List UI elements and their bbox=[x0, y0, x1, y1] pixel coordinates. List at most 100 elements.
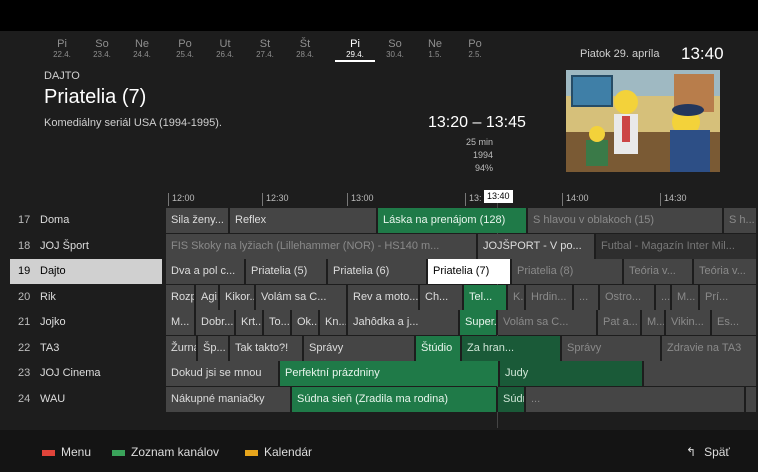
yellow-key-icon bbox=[245, 449, 258, 456]
day-tab-0[interactable]: Pi 22.4. bbox=[42, 38, 82, 60]
channel-row-20[interactable]: 20 Rik Rozpr...Agi...Kikor...Volám sa C...… bbox=[10, 284, 758, 310]
day-tab-8[interactable]: So 30.4. bbox=[375, 38, 415, 60]
program-cell[interactable]: Tak takto?! bbox=[230, 335, 304, 361]
program-cell[interactable]: Nákupné maniačky bbox=[166, 386, 292, 412]
day-tab-1[interactable]: So 23.4. bbox=[82, 38, 122, 60]
program-cell[interactable]: Jahôdka a j... bbox=[348, 310, 460, 335]
program-cell[interactable]: Perfektní prázdniny bbox=[280, 361, 500, 386]
program-cell[interactable]: Ok... bbox=[292, 310, 320, 335]
channel-number: 24 bbox=[18, 392, 31, 405]
program-cell[interactable]: Krt... bbox=[236, 310, 264, 335]
program-cell[interactable]: Es... bbox=[712, 310, 758, 335]
day-date: 26.4. bbox=[216, 50, 234, 59]
program-cell[interactable]: Správy bbox=[562, 335, 662, 361]
program-cell[interactable]: Teória v... bbox=[694, 259, 758, 284]
time-tick: 12:30 bbox=[262, 193, 289, 206]
program-cell[interactable]: Za hran... bbox=[462, 335, 562, 361]
program-cell[interactable]: M... bbox=[642, 310, 666, 335]
day-tab-6[interactable]: Št 28.4. bbox=[285, 38, 325, 60]
menu-key[interactable]: Menu bbox=[42, 445, 91, 459]
day-tab-4[interactable]: Ut 26.4. bbox=[205, 38, 245, 60]
program-cell[interactable]: Prí... bbox=[700, 284, 758, 310]
calendar-key[interactable]: Kalendár bbox=[245, 445, 312, 459]
channel-row-23[interactable]: 23 JOJ Cinema Dokud jsi se mnou Perfektní p… bbox=[10, 361, 758, 386]
clock: 13:40 bbox=[681, 44, 724, 63]
program-cell[interactable] bbox=[644, 361, 758, 386]
program-cell[interactable]: Rev a moto... bbox=[348, 284, 420, 310]
day-tab-10[interactable]: Po 2.5. bbox=[455, 38, 495, 60]
program-cell[interactable]: Priatelia (5) bbox=[246, 259, 328, 284]
day-tab-5[interactable]: St 27.4. bbox=[245, 38, 285, 60]
time-tick: 13:00 bbox=[347, 193, 374, 206]
program-cell[interactable]: Šp... bbox=[198, 335, 230, 361]
program-cell[interactable]: Správy bbox=[304, 335, 416, 361]
current-date: Piatok 29. apríla bbox=[580, 48, 660, 60]
program-cell[interactable]: JOJŠPORT - V po... bbox=[478, 233, 596, 259]
program-cell[interactable]: Volám sa C... bbox=[256, 284, 348, 310]
program-cell[interactable]: Ostro... bbox=[600, 284, 656, 310]
program-cell[interactable]: Láska na prenájom (128) bbox=[378, 208, 528, 233]
program-cell[interactable]: Agi... bbox=[196, 284, 220, 310]
day-tab-3[interactable]: Po 25.4. bbox=[165, 38, 205, 60]
program-cell[interactable]: FIS Skoky na lyžiach (Lillehammer (NOR) … bbox=[166, 233, 478, 259]
channel-row-17[interactable]: 17 Doma Sila ženy... Reflex Láska na prenájo… bbox=[10, 208, 758, 233]
program-cell[interactable]: Futbal - Magazín Inter Mil... bbox=[596, 233, 758, 259]
program-cell[interactable]: Žurnál bbox=[166, 335, 198, 361]
program-cell[interactable]: ... bbox=[574, 284, 600, 310]
program-cell[interactable]: Štúdio bbox=[416, 335, 462, 361]
back-arrow-icon: ↰ bbox=[686, 445, 697, 459]
program-cell[interactable]: M... bbox=[166, 310, 196, 335]
program-cell[interactable]: M... bbox=[672, 284, 700, 310]
program-cell[interactable]: Dokud jsi se mnou bbox=[166, 361, 280, 386]
program-cell[interactable]: Judy bbox=[500, 361, 644, 386]
day-tab-7[interactable]: Pi 29.4. bbox=[335, 38, 375, 62]
channel-row-24[interactable]: 24 WAU Nákupné maniačky Súdna sieň (Zradila… bbox=[10, 386, 758, 412]
channel-name: WAU bbox=[40, 392, 66, 405]
program-cell[interactable]: Priatelia (6) bbox=[328, 259, 428, 284]
program-cell[interactable]: S h... bbox=[724, 208, 758, 233]
program-cell[interactable]: Dva a pol c... bbox=[166, 259, 246, 284]
day-tab-2[interactable]: Ne 24.4. bbox=[122, 38, 162, 60]
program-cell[interactable]: Tel... bbox=[464, 284, 508, 310]
red-key-icon bbox=[42, 449, 55, 456]
channel-list-key[interactable]: Zoznam kanálov bbox=[112, 445, 219, 459]
calendar-label: Kalendár bbox=[264, 445, 313, 459]
program-cell[interactable]: ... bbox=[526, 386, 746, 412]
channel-number: 23 bbox=[18, 367, 31, 379]
program-cell[interactable]: Pat a... bbox=[598, 310, 642, 335]
program-cell[interactable]: K... bbox=[508, 284, 526, 310]
program-cell[interactable]: Ch... bbox=[420, 284, 464, 310]
channel-row-21[interactable]: 21 Jojko M... Dobr... Krt... To... Ok... Kn... J… bbox=[10, 310, 758, 335]
program-cell[interactable] bbox=[746, 386, 758, 412]
channel-row-18[interactable]: 18 JOJ Šport FIS Skoky na lyžiach (Lilleha… bbox=[10, 233, 758, 259]
current-time-label: 13:40 bbox=[484, 190, 513, 203]
day-tab-9[interactable]: Ne 1.5. bbox=[415, 38, 455, 60]
program-cell[interactable]: S hlavou v oblakoch (15) bbox=[528, 208, 724, 233]
program-cell[interactable]: Reflex bbox=[230, 208, 378, 233]
program-cell[interactable]: Kikor... bbox=[220, 284, 256, 310]
program-cell[interactable]: Hrdin... bbox=[526, 284, 574, 310]
program-cell[interactable]: To... bbox=[264, 310, 292, 335]
program-cell[interactable]: Dobr... bbox=[196, 310, 236, 335]
program-cell[interactable]: Súdna sieň (Zradila ma rodina) bbox=[292, 386, 498, 412]
channel-row-22[interactable]: 22TA3ŽurnálŠp...Tak takto?!SprávyŠtúdioZ… bbox=[10, 335, 758, 361]
program-cell[interactable]: Zdravie na TA3 bbox=[662, 335, 758, 361]
program-progress: 94% bbox=[474, 163, 493, 173]
program-cell[interactable]: Súdna sieň (S bratom sa nedohod... bbox=[498, 386, 526, 412]
time-tick: 14:00 bbox=[562, 193, 589, 206]
program-cell[interactable]: Kn... bbox=[320, 310, 348, 335]
program-cell[interactable]: Teória v... bbox=[624, 259, 694, 284]
back-button[interactable]: ↰ Späť bbox=[686, 445, 730, 459]
day-date: 29.4. bbox=[335, 50, 375, 62]
program-cell[interactable]: ... bbox=[656, 284, 672, 310]
program-cell[interactable]: Sila ženy... bbox=[166, 208, 230, 233]
program-cell[interactable]: Rozpr... bbox=[166, 284, 196, 310]
program-cell[interactable]: Super... bbox=[460, 310, 498, 335]
program-cell[interactable]: Vikin... bbox=[666, 310, 712, 335]
time-tick: 14:30 bbox=[660, 193, 687, 206]
channel-row-19[interactable]: 19 Dajto Dva a pol c... Priatelia (5) Priate… bbox=[10, 259, 758, 284]
program-cell[interactable]: Volám sa C... bbox=[498, 310, 598, 335]
program-cell[interactable]: Priatelia (8) bbox=[512, 259, 624, 284]
channel-number: 21 bbox=[18, 316, 31, 328]
program-cell[interactable]: Priatelia (7) bbox=[428, 259, 512, 284]
